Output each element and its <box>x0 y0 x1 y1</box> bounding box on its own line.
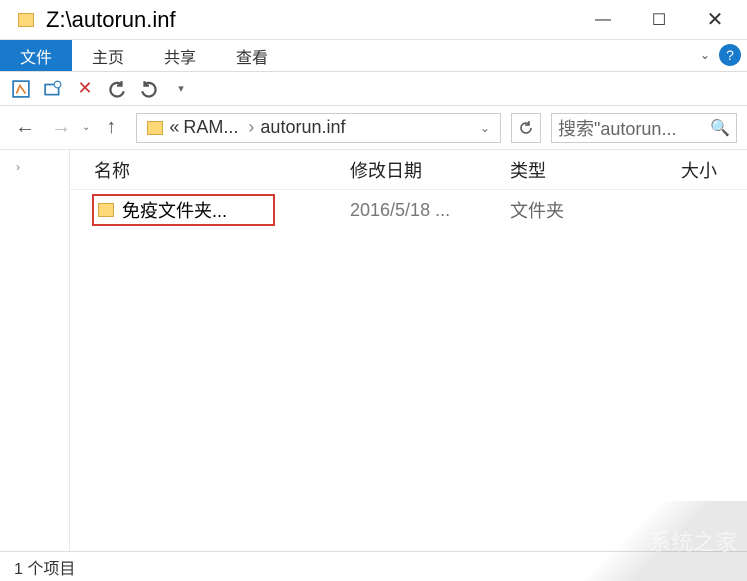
ribbon-collapse-button[interactable]: ⌄ <box>695 45 715 65</box>
window-controls: — ☐ ✕ <box>575 0 743 40</box>
file-type: 文件夹 <box>510 197 630 223</box>
ribbon-toggle: ⌄ ? <box>695 44 741 66</box>
history-dropdown-icon[interactable]: ⌄ <box>82 122 90 133</box>
column-header-type[interactable]: 类型 <box>510 157 630 183</box>
tree-expand-icon[interactable]: › <box>16 160 20 174</box>
file-name-cell: 免疫文件夹... <box>70 194 350 226</box>
navigation-bar: ← → ⌄ ↑ « RAM... › autorun.inf ⌄ 搜索"auto… <box>0 106 747 150</box>
folder-icon <box>147 121 163 135</box>
close-button[interactable]: ✕ <box>687 0 743 40</box>
ribbon-tabs: 文件 主页 共享 查看 ⌄ ? <box>0 40 747 72</box>
undo-icon[interactable] <box>106 78 128 100</box>
qa-customize-icon[interactable]: ▾ <box>170 78 192 100</box>
file-modified: 2016/5/18 ... <box>350 200 510 221</box>
status-bar: 1 个项目 <box>0 551 747 581</box>
forward-button[interactable]: → <box>46 113 76 143</box>
tab-view[interactable]: 查看 <box>216 40 288 71</box>
minimize-button[interactable]: — <box>575 0 631 40</box>
navigation-pane[interactable]: › <box>0 150 70 560</box>
tab-file[interactable]: 文件 <box>0 40 72 71</box>
column-headers: 名称 修改日期 类型 大小 <box>70 150 747 190</box>
window-title: Z:\autorun.inf <box>42 7 575 33</box>
quick-access-toolbar: ✕ ▾ <box>0 72 747 106</box>
breadcrumb-part-1[interactable]: RAM... <box>179 117 242 138</box>
file-name: 免疫文件夹... <box>122 197 227 223</box>
column-header-name[interactable]: 名称 <box>70 157 350 183</box>
help-icon[interactable]: ? <box>719 44 741 66</box>
breadcrumb-chevron-left: « <box>169 117 179 138</box>
refresh-button[interactable] <box>511 113 541 143</box>
breadcrumb[interactable]: « RAM... › autorun.inf ⌄ <box>136 113 501 143</box>
new-folder-icon[interactable] <box>42 78 64 100</box>
search-input[interactable]: 搜索"autorun... 🔍 <box>551 113 737 143</box>
delete-icon[interactable]: ✕ <box>74 78 96 100</box>
list-item[interactable]: 免疫文件夹... 2016/5/18 ... 文件夹 <box>70 190 747 230</box>
tab-share[interactable]: 共享 <box>144 40 216 71</box>
titlebar: Z:\autorun.inf — ☐ ✕ <box>0 0 747 40</box>
maximize-button[interactable]: ☐ <box>631 0 687 40</box>
search-icon: 🔍 <box>710 118 730 138</box>
back-button[interactable]: ← <box>10 113 40 143</box>
status-item-count: 1 个项目 <box>14 555 75 579</box>
file-list-pane: 名称 修改日期 类型 大小 免疫文件夹... 2016/5/18 ... 文件夹 <box>70 150 747 560</box>
folder-icon <box>98 203 114 217</box>
search-placeholder: 搜索"autorun... <box>558 115 676 141</box>
properties-icon[interactable] <box>10 78 32 100</box>
tab-home[interactable]: 主页 <box>72 40 144 71</box>
column-header-modified[interactable]: 修改日期 <box>350 157 510 183</box>
redo-icon[interactable] <box>138 78 160 100</box>
highlight-annotation: 免疫文件夹... <box>92 194 275 226</box>
breadcrumb-dropdown-icon[interactable]: ⌄ <box>480 121 496 135</box>
breadcrumb-part-2[interactable]: autorun.inf <box>260 117 345 138</box>
content-area: › 名称 修改日期 类型 大小 免疫文件夹... 2016/5/18 ... 文… <box>0 150 747 560</box>
up-button[interactable]: ↑ <box>96 113 126 143</box>
breadcrumb-sep-icon: › <box>242 117 260 138</box>
column-header-size[interactable]: 大小 <box>630 157 747 183</box>
folder-icon <box>18 13 34 27</box>
